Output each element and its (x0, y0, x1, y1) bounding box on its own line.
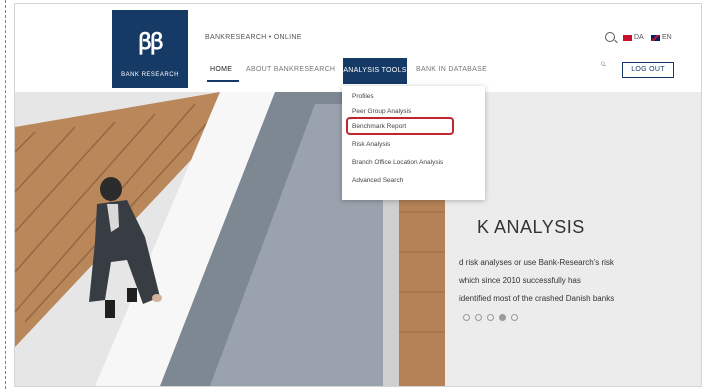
bank-research-logo[interactable]: ꞵꞵ BANK RESEARCH (112, 10, 188, 88)
site-title: BANKRESEARCH • ONLINE (205, 34, 302, 41)
menu-item-advanced-search[interactable]: Advanced Search (352, 177, 403, 184)
analysis-tools-dropdown: Profiles Peer Group Analysis Benchmark R… (342, 86, 485, 200)
page-left-border (5, 0, 6, 389)
language-da-label: DA (634, 34, 644, 41)
nav-about-bankresearch[interactable]: ABOUT BANKRESEARCH (246, 66, 335, 73)
hero-text-line: which since 2010 successfully has (459, 276, 581, 285)
danish-flag-icon (623, 35, 632, 41)
nav-bank-in-database[interactable]: BANK IN DATABASE (416, 66, 487, 73)
logout-button[interactable]: LOG OUT (622, 62, 674, 78)
browser-page: ꞵꞵ BANK RESEARCH BANKRESEARCH • ONLINE H… (14, 3, 702, 387)
nav-home-label: HOME (210, 66, 233, 73)
logo-mark: ꞵꞵ (138, 29, 164, 54)
logo-name: BANK RESEARCH (121, 72, 179, 78)
language-en-label: EN (662, 34, 672, 41)
menu-item-branch-office-location-analysis[interactable]: Branch Office Location Analysis (352, 159, 443, 166)
active-nav-underline (207, 80, 239, 82)
slider-dot[interactable] (511, 314, 518, 321)
slider-dot[interactable] (475, 314, 482, 321)
search-icon[interactable] (605, 32, 615, 42)
slider-dot[interactable] (463, 314, 470, 321)
menu-item-profiles[interactable]: Profiles (352, 93, 374, 100)
menu-item-risk-analysis[interactable]: Risk Analysis (352, 141, 390, 148)
hero-text-line: identified most of the crashed Danish ba… (459, 294, 615, 303)
menu-item-peer-group-analysis[interactable]: Peer Group Analysis (352, 108, 411, 115)
nav-home[interactable]: HOME (207, 66, 239, 82)
benchmark-report-highlight (346, 117, 454, 135)
slider-dot-active[interactable] (499, 314, 506, 321)
user-icon[interactable]: ᴼ̴ (601, 62, 605, 69)
site-header: ꞵꞵ BANK RESEARCH BANKRESEARCH • ONLINE H… (15, 4, 701, 92)
uk-flag-icon (651, 35, 660, 41)
hero-title: K ANALYSIS (477, 217, 585, 237)
nav-analysis-tools[interactable]: ANALYSIS TOOLS (343, 58, 407, 84)
slider-dot[interactable] (487, 314, 494, 321)
hero-text-line: d risk analyses or use Bank-Research's r… (459, 258, 614, 267)
